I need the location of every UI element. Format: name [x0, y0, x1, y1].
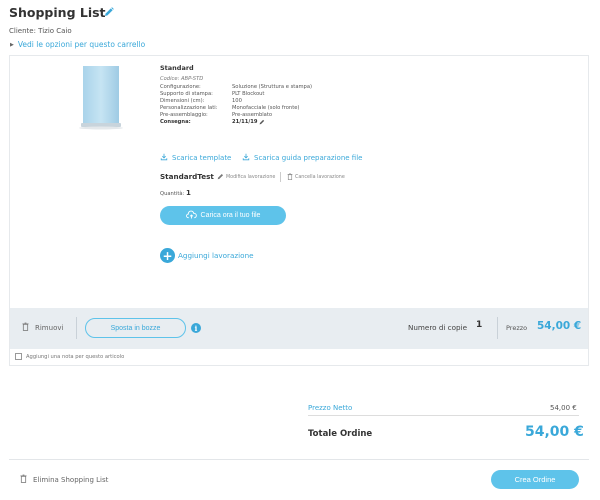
edit-processing-label: Modifica lavorazione — [226, 175, 276, 180]
copies-value[interactable]: 1 — [476, 320, 482, 330]
product-code-text: Codice: ABP-STD — [160, 76, 204, 82]
client-name: Cliente: Tizio Caio — [9, 27, 72, 35]
delivery-row: Consegna: 21/11/19 — [160, 119, 265, 127]
delivery-key: Consegna: — [160, 119, 191, 125]
add-processing-button[interactable]: + Aggiungi lavorazione — [160, 248, 254, 263]
spec-row: Pre-assemblaggio: Pre-assemblato — [160, 112, 272, 118]
spec-value: Soluzione (Struttura e stampa) — [232, 84, 313, 90]
spec-key: Configurazione: — [160, 84, 201, 90]
page-title: Shopping List — [9, 5, 106, 20]
divider — [280, 172, 281, 182]
spec-key: Dimensioni (cm): — [160, 98, 205, 104]
remove-item-button[interactable]: Rimuovi — [22, 322, 63, 333]
pencil-icon[interactable] — [259, 119, 265, 127]
divider — [9, 459, 589, 460]
options-link[interactable]: ▶ Vedi le opzioni per questo carrello — [10, 40, 145, 49]
upload-file-button[interactable]: Carica ora il tuo file — [160, 206, 286, 225]
spec-key: Supporto di stampa: — [160, 91, 213, 97]
cancel-processing-label: Cancella lavorazione — [295, 175, 345, 180]
edit-processing-button[interactable]: Modifica lavorazione — [217, 173, 275, 182]
spec-row: Supporto di stampa: PLT Blockout — [160, 91, 264, 97]
trash-icon — [287, 173, 293, 182]
delete-shopping-list-button[interactable]: Elimina Shopping List — [20, 474, 108, 485]
download-icon — [160, 153, 168, 163]
spec-row: Personalizzazione lati: Monofacciale (so… — [160, 105, 299, 111]
note-checkbox[interactable] — [15, 353, 22, 360]
cart-item-card: Standard Codice: ABP-STD Configurazione:… — [9, 55, 589, 366]
trash-icon — [22, 322, 29, 333]
quantity: Quantità: 1 — [160, 189, 191, 197]
delete-shopping-list-label: Elimina Shopping List — [33, 475, 109, 484]
plus-circle-icon: + — [160, 248, 175, 263]
spec-row: Configurazione: Soluzione (Struttura e s… — [160, 84, 312, 90]
processing-name: StandardTest — [160, 172, 214, 181]
add-note-row[interactable]: Aggiungi una nota per questo articolo — [15, 353, 124, 360]
divider — [497, 317, 498, 339]
upload-file-label: Carica ora il tuo file — [200, 212, 261, 219]
product-title: Standard — [160, 64, 194, 72]
order-total-value: 54,00 € — [525, 424, 584, 440]
spec-value: 100 — [232, 98, 242, 104]
spec-value: Pre-assemblato — [232, 112, 273, 118]
add-processing-label: Aggiungi lavorazione — [178, 251, 254, 260]
triangle-right-icon: ▶ — [10, 41, 14, 48]
download-template-link[interactable]: Scarica template — [160, 153, 231, 163]
create-order-button[interactable]: Crea Ordine — [491, 470, 579, 489]
price-value: 54,00 € — [537, 320, 582, 332]
order-total-label: Totale Ordine — [308, 429, 373, 439]
spec-key: Pre-assemblaggio: — [160, 112, 208, 118]
pencil-icon[interactable] — [104, 7, 114, 20]
download-guide-label: Scarica guida preparazione file — [254, 154, 363, 162]
divider — [308, 415, 579, 416]
download-guide-link[interactable]: Scarica guida preparazione file — [242, 153, 362, 163]
spec-value: PLT Blockout — [232, 91, 265, 97]
delivery-value: 21/11/19 — [232, 119, 258, 125]
product-code: Codice: ABP-STD — [160, 76, 203, 82]
download-icon — [242, 153, 250, 163]
copies-label: Numero di copie — [408, 323, 468, 332]
price-label: Prezzo — [506, 324, 528, 332]
cloud-upload-icon — [185, 210, 197, 221]
quantity-value: 1 — [185, 189, 191, 197]
spec-value: Monofacciale (solo fronte) — [232, 105, 300, 111]
trash-icon — [20, 474, 27, 485]
add-note-label: Aggiungi una nota per questo articolo — [26, 353, 125, 360]
move-to-drafts-button[interactable]: Sposta in bozze — [85, 318, 186, 338]
net-price-label: Prezzo Netto — [308, 404, 353, 412]
spec-row: Dimensioni (cm): 100 — [160, 98, 242, 104]
product-image — [79, 66, 123, 130]
info-icon[interactable]: i — [191, 323, 201, 333]
remove-item-label: Rimuovi — [35, 323, 64, 332]
item-action-bar: Rimuovi Sposta in bozze i Numero di copi… — [10, 308, 588, 349]
cancel-processing-button[interactable]: Cancella lavorazione — [287, 173, 345, 182]
options-link-label: Vedi le opzioni per questo carrello — [17, 40, 146, 49]
quantity-label: Quantità: — [160, 191, 185, 197]
divider — [76, 317, 77, 339]
pencil-icon — [217, 173, 224, 182]
download-template-label: Scarica template — [172, 154, 232, 162]
spec-key: Personalizzazione lati: — [160, 105, 218, 111]
net-price-value: 54,00 € — [550, 404, 577, 412]
